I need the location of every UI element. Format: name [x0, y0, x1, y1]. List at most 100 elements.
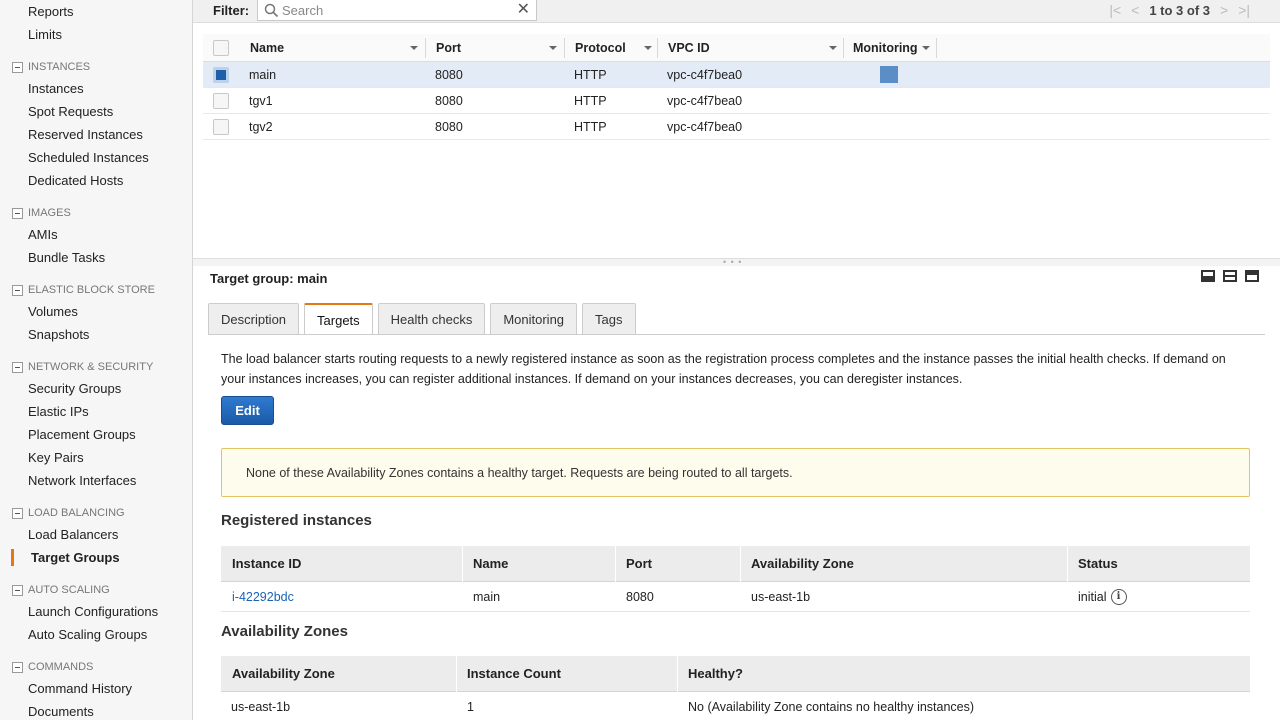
sidebar-item-volumes[interactable]: Volumes: [28, 304, 78, 320]
cell-name: main: [473, 589, 501, 604]
sidebar-item-placement-groups[interactable]: Placement Groups: [28, 427, 136, 443]
sidebar-item-snapshots[interactable]: Snapshots: [28, 327, 89, 343]
detail-tabs: Description Targets Health checks Monito…: [208, 303, 636, 335]
column-header-instance-id[interactable]: Instance ID: [232, 546, 301, 581]
sidebar-item-reserved-instances[interactable]: Reserved Instances: [28, 127, 143, 143]
sidebar-item-limits[interactable]: Limits: [28, 27, 62, 43]
sidebar-section-ebs[interactable]: ELASTIC BLOCK STORE: [12, 283, 155, 297]
column-header-availability-zone[interactable]: Availability Zone: [751, 546, 854, 581]
column-header-availability-zone[interactable]: Availability Zone: [232, 656, 335, 691]
sidebar: Reports Limits INSTANCES Instances Spot …: [0, 0, 193, 720]
column-divider[interactable]: [657, 38, 658, 58]
search-icon: [264, 3, 279, 17]
column-header-status[interactable]: Status: [1078, 546, 1118, 581]
sidebar-section-images[interactable]: IMAGES: [12, 206, 71, 220]
sidebar-item-elastic-ips[interactable]: Elastic IPs: [28, 404, 89, 420]
row-checkbox[interactable]: [213, 119, 229, 135]
column-header-port[interactable]: Port: [436, 34, 461, 61]
edit-button[interactable]: Edit: [221, 396, 274, 425]
cell-port: 8080: [435, 119, 463, 134]
cell-name: tgv1: [249, 93, 273, 108]
last-page-icon[interactable]: >|: [1238, 2, 1250, 18]
tab-health-checks[interactable]: Health checks: [377, 303, 486, 334]
sidebar-item-reports[interactable]: Reports: [28, 4, 74, 20]
column-divider[interactable]: [936, 38, 937, 58]
info-icon[interactable]: i: [1110, 588, 1127, 605]
sidebar-item-load-balancers[interactable]: Load Balancers: [28, 527, 118, 543]
table-row[interactable]: main 8080 HTTP vpc-c4f7bea0: [203, 62, 1270, 88]
layout-split-icon[interactable]: [1223, 270, 1237, 282]
sidebar-section-auto-scaling[interactable]: AUTO SCALING: [12, 583, 110, 597]
row-checkbox[interactable]: [213, 93, 229, 109]
cell-availability-zone: us-east-1b: [231, 699, 291, 714]
collapse-icon[interactable]: [12, 507, 23, 519]
collapse-icon[interactable]: [12, 361, 23, 373]
filter-label: Filter:: [213, 3, 250, 18]
column-header-monitoring[interactable]: Monitoring: [853, 34, 918, 61]
tab-tags[interactable]: Tags: [582, 303, 636, 334]
layout-maximize-icon[interactable]: [1245, 270, 1259, 282]
tab-targets[interactable]: Targets: [304, 303, 373, 335]
row-checkbox[interactable]: [213, 67, 229, 83]
select-all-checkbox[interactable]: [213, 40, 229, 56]
sidebar-section-commands[interactable]: COMMANDS: [12, 660, 93, 674]
sort-arrow-icon[interactable]: [829, 46, 837, 50]
column-header-name[interactable]: Name: [250, 34, 284, 61]
sidebar-item-key-pairs[interactable]: Key Pairs: [28, 450, 84, 466]
sidebar-section-load-balancing[interactable]: LOAD BALANCING: [12, 506, 125, 520]
detail-title: Target group: main: [210, 271, 328, 286]
section-title: ELASTIC BLOCK STORE: [28, 284, 155, 296]
section-title: IMAGES: [28, 207, 71, 219]
layout-bottom-icon[interactable]: [1201, 270, 1215, 282]
sidebar-item-bundle-tasks[interactable]: Bundle Tasks: [28, 250, 105, 266]
status-text: initial: [1078, 589, 1107, 604]
sidebar-item-instances[interactable]: Instances: [28, 81, 84, 97]
sidebar-item-scheduled-instances[interactable]: Scheduled Instances: [28, 150, 149, 166]
sort-arrow-icon[interactable]: [410, 46, 418, 50]
collapse-icon[interactable]: [12, 284, 23, 296]
collapse-icon[interactable]: [12, 584, 23, 596]
sidebar-item-network-interfaces[interactable]: Network Interfaces: [28, 473, 136, 489]
first-page-icon[interactable]: |<: [1109, 2, 1121, 18]
column-header-vpc-id[interactable]: VPC ID: [668, 34, 710, 61]
collapse-icon[interactable]: [12, 61, 23, 73]
prev-page-icon[interactable]: <: [1131, 2, 1139, 18]
tab-monitoring[interactable]: Monitoring: [490, 303, 578, 334]
column-header-healthy[interactable]: Healthy?: [688, 656, 743, 691]
column-divider[interactable]: [564, 38, 565, 58]
sidebar-section-instances[interactable]: INSTANCES: [12, 60, 90, 74]
sidebar-item-dedicated-hosts[interactable]: Dedicated Hosts: [28, 173, 123, 189]
column-divider[interactable]: [425, 38, 426, 58]
search-input[interactable]: [282, 2, 502, 18]
collapse-icon[interactable]: [12, 207, 23, 219]
warning-banner: None of these Availability Zones contain…: [221, 448, 1250, 497]
column-divider[interactable]: [843, 38, 844, 58]
table-row: i-42292bdc main 8080 us-east-1b initial …: [221, 582, 1250, 612]
cell-status: initial i: [1078, 582, 1127, 611]
sidebar-section-network-security[interactable]: NETWORK & SECURITY: [12, 360, 153, 374]
column-header-protocol[interactable]: Protocol: [575, 34, 626, 61]
sidebar-item-command-history[interactable]: Command History: [28, 681, 132, 697]
sort-arrow-icon[interactable]: [549, 46, 557, 50]
filter-box[interactable]: ✕: [257, 0, 537, 21]
column-header-port[interactable]: Port: [626, 546, 652, 581]
clear-filter-icon[interactable]: ✕: [517, 2, 530, 18]
sidebar-item-target-groups[interactable]: Target Groups: [31, 550, 120, 566]
sidebar-item-spot-requests[interactable]: Spot Requests: [28, 104, 113, 120]
sidebar-item-launch-configurations[interactable]: Launch Configurations: [28, 604, 158, 620]
instance-id-link[interactable]: i-42292bdc: [232, 582, 294, 611]
table-row[interactable]: tgv1 8080 HTTP vpc-c4f7bea0: [203, 88, 1270, 114]
panel-splitter[interactable]: • • •: [193, 257, 1280, 267]
next-page-icon[interactable]: >: [1220, 2, 1228, 18]
table-row[interactable]: tgv2 8080 HTTP vpc-c4f7bea0: [203, 114, 1270, 140]
sidebar-item-security-groups[interactable]: Security Groups: [28, 381, 121, 397]
sidebar-item-auto-scaling-groups[interactable]: Auto Scaling Groups: [28, 627, 147, 643]
sort-arrow-icon[interactable]: [644, 46, 652, 50]
sidebar-item-documents[interactable]: Documents: [28, 704, 94, 720]
collapse-icon[interactable]: [12, 661, 23, 673]
tab-description[interactable]: Description: [208, 303, 300, 334]
sort-arrow-icon[interactable]: [922, 46, 930, 50]
column-header-instance-count[interactable]: Instance Count: [467, 656, 561, 691]
column-header-name[interactable]: Name: [473, 546, 508, 581]
sidebar-item-amis[interactable]: AMIs: [28, 227, 58, 243]
